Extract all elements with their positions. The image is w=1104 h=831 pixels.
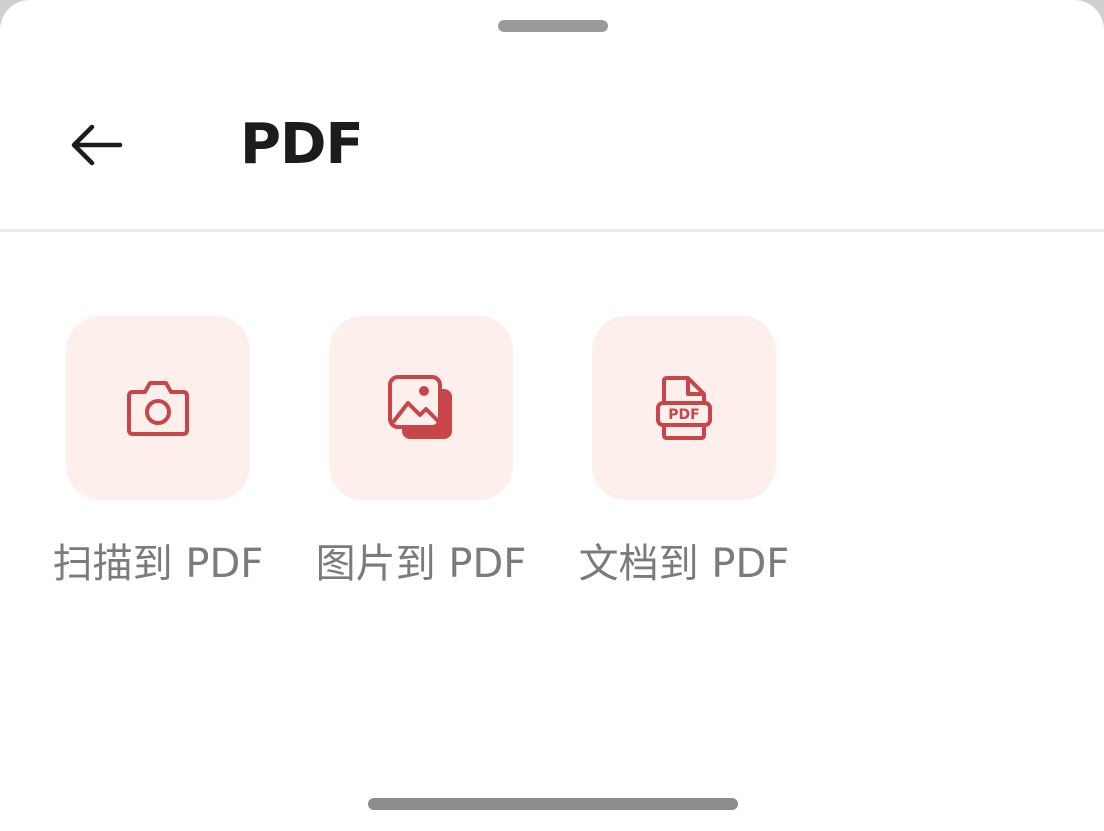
scan-to-pdf-label: 扫描到 PDF	[52, 541, 264, 587]
header-divider	[0, 229, 1104, 232]
document-to-pdf-tile[interactable]: PDF	[592, 316, 776, 500]
image-stack-icon	[388, 375, 452, 439]
image-to-pdf-label: 图片到 PDF	[315, 541, 527, 587]
document-to-pdf-button[interactable]: PDF 文档到 PDF	[552, 316, 816, 596]
svg-text:PDF: PDF	[668, 407, 699, 423]
drag-handle[interactable]	[498, 20, 608, 32]
bottom-sheet: PDF 扫描到 PDF 图片到 PDF PDF 文档到 PDF	[0, 0, 1104, 831]
back-button[interactable]	[56, 110, 136, 180]
image-to-pdf-tile[interactable]	[329, 316, 513, 500]
page-title: PDF	[240, 112, 364, 177]
camera-icon	[127, 381, 189, 436]
sheet-header: PDF	[0, 80, 1104, 210]
pdf-document-icon: PDF	[656, 376, 712, 440]
home-indicator[interactable]	[368, 798, 738, 810]
scan-to-pdf-button[interactable]: 扫描到 PDF	[26, 316, 290, 596]
image-to-pdf-button[interactable]: 图片到 PDF	[289, 316, 553, 596]
document-to-pdf-label: 文档到 PDF	[578, 541, 790, 587]
arrow-left-icon	[71, 124, 123, 166]
scan-to-pdf-tile[interactable]	[66, 316, 250, 500]
